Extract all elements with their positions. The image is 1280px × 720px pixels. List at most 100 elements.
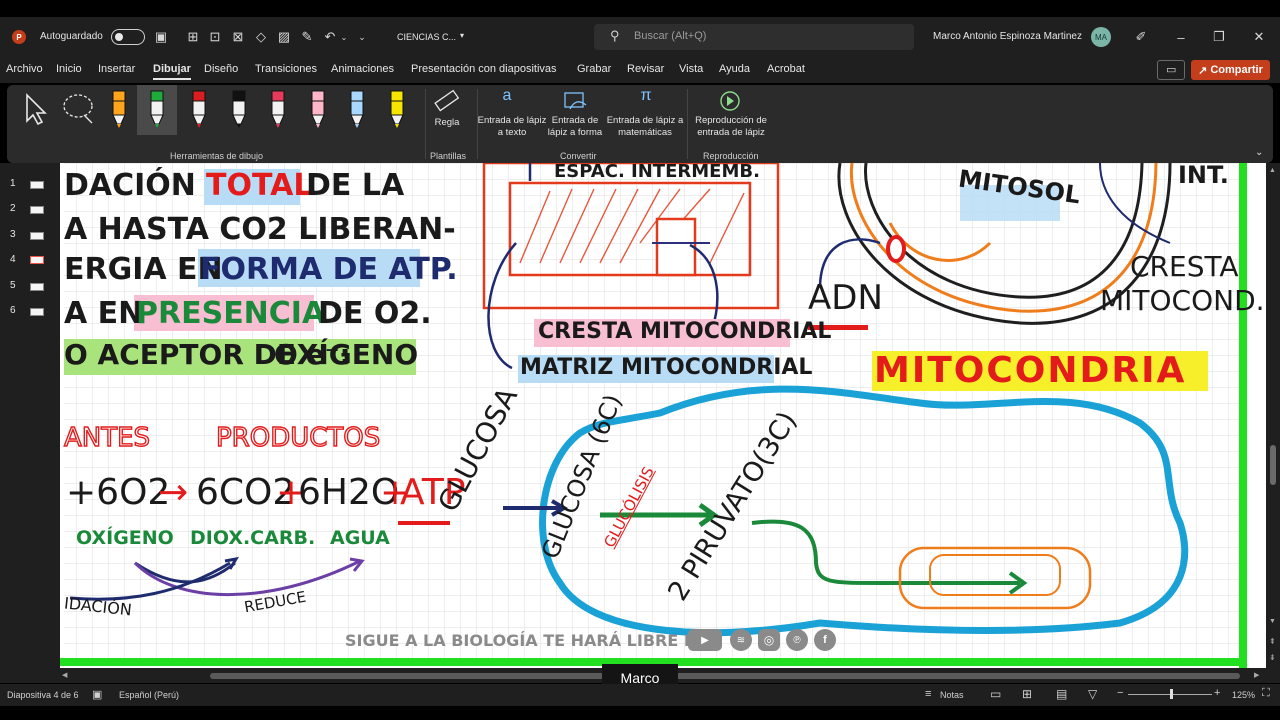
pen-black-icon[interactable] — [230, 89, 248, 129]
search-box[interactable]: ⚲ Buscar (Alt+Q) — [594, 24, 914, 50]
thumb-number[interactable]: 6 — [10, 305, 16, 316]
avatar[interactable]: MA — [1091, 27, 1111, 47]
notes-icon[interactable]: ≡ — [925, 688, 931, 700]
slideshow-icon[interactable]: ▽ — [1088, 687, 1097, 701]
thumb-number[interactable]: 1 — [10, 178, 16, 189]
scroll-down-icon[interactable]: ▼ — [1269, 618, 1276, 625]
zoom-in-icon[interactable]: + — [1214, 687, 1220, 699]
instagram-icon[interactable]: ◎ — [758, 629, 780, 651]
slide-thumbnail[interactable] — [30, 283, 44, 291]
thumb-number[interactable]: 4 — [10, 254, 16, 265]
thumb-number[interactable]: 3 — [10, 229, 16, 240]
zoom-level[interactable]: 125% — [1232, 690, 1255, 700]
customize-toolbar-icon[interactable]: ⌄ — [356, 30, 368, 44]
next-slide-icon[interactable]: ⇟ — [1269, 653, 1276, 662]
scroll-up-icon[interactable]: ▲ — [1269, 167, 1276, 174]
close-icon[interactable]: ✕ — [1250, 28, 1268, 46]
tab-insertar[interactable]: Insertar — [98, 63, 135, 75]
minimize-icon[interactable]: – — [1172, 28, 1190, 46]
ruler-icon[interactable] — [432, 87, 462, 115]
pen-red-icon[interactable] — [190, 89, 208, 129]
scroll-left-icon[interactable]: ◀ — [62, 671, 67, 679]
tab-transiciones[interactable]: Transiciones — [255, 63, 317, 75]
collapse-ribbon-icon[interactable]: ⌄ — [1255, 147, 1263, 158]
file-name[interactable]: CIENCIAS C... — [397, 32, 456, 42]
shapes-icon[interactable]: ◇ — [252, 28, 270, 46]
slide-sorter-icon[interactable]: ⊞ — [1022, 687, 1032, 701]
zoom-out-icon[interactable]: − — [1117, 687, 1123, 699]
spotify-icon[interactable]: ≋ — [730, 629, 752, 651]
title-bar: P Autoguardado ▣ ⊞ ⊡ ⊠ ◇ ▨ ✎ ↶ ⌄ ⌄ CIENC… — [0, 17, 1280, 57]
vertical-scrollbar[interactable]: ▲ ▼ ⇞ ⇟ — [1266, 163, 1280, 683]
tab-grabar[interactable]: Grabar — [577, 63, 611, 75]
ink-to-text-icon[interactable]: a — [492, 87, 522, 115]
lasso-select-icon[interactable] — [60, 91, 98, 127]
undo-dropdown-icon[interactable]: ⌄ — [339, 30, 349, 44]
tab-ayuda[interactable]: Ayuda — [719, 63, 750, 75]
slide-thumbnail[interactable] — [30, 232, 44, 240]
scroll-right-icon[interactable]: ▶ — [1254, 671, 1259, 679]
select-arrow-icon[interactable] — [21, 91, 51, 127]
slide-canvas[interactable]: DACIÓN TOTAL DE LA A HASTA CO2 LIBERAN- … — [60, 163, 1266, 668]
language-indicator[interactable]: Español (Perú) — [119, 690, 179, 700]
ink-to-math-icon[interactable]: π — [631, 87, 661, 115]
autosave-toggle[interactable] — [111, 29, 145, 45]
tab-acrobat[interactable]: Acrobat — [767, 63, 805, 75]
group-separator — [425, 89, 426, 159]
notes-button[interactable]: Notas — [940, 690, 964, 700]
comments-button[interactable]: ▭ — [1157, 60, 1185, 80]
tab-vista[interactable]: Vista — [679, 63, 703, 75]
facebook-icon[interactable]: f — [814, 629, 836, 651]
file-name-dropdown-icon[interactable]: ▾ — [460, 31, 464, 40]
highlighter-yellow-icon[interactable] — [388, 89, 406, 129]
frame-icon[interactable]: ⊡ — [206, 28, 224, 46]
zoom-slider-thumb[interactable] — [1170, 689, 1173, 699]
tab-inicio[interactable]: Inicio — [56, 63, 82, 75]
image-icon[interactable]: ▨ — [275, 28, 293, 46]
pen-icon[interactable]: ✎ — [298, 28, 316, 46]
highlighter-orange-icon[interactable] — [110, 89, 128, 129]
podcast-icon[interactable]: ℗ — [786, 629, 808, 651]
slide-thumbnail[interactable] — [30, 206, 44, 214]
grid-icon[interactable]: ⊞ — [184, 28, 202, 46]
designer-pen-icon[interactable]: ✐ — [1132, 28, 1150, 46]
share-button[interactable]: ↗ Compartir — [1191, 60, 1270, 80]
accessibility-icon[interactable]: ▣ — [92, 688, 102, 701]
tab-dibujar[interactable]: Dibujar — [153, 63, 191, 80]
text-box-icon[interactable]: ⊠ — [229, 28, 247, 46]
highlighter-blue-icon[interactable] — [348, 89, 366, 129]
normal-view-icon[interactable]: ▭ — [990, 687, 1001, 701]
reading-view-icon[interactable]: ▤ — [1056, 687, 1067, 701]
ink-to-text-button[interactable]: Entrada de lápiz a texto — [477, 115, 547, 139]
pen-red-2-icon[interactable] — [269, 89, 287, 129]
restore-icon[interactable]: ❐ — [1210, 28, 1228, 46]
tab-animaciones[interactable]: Animaciones — [331, 63, 394, 75]
ruler-button[interactable]: Regla — [432, 117, 462, 129]
tab-diseno[interactable]: Diseño — [204, 63, 238, 75]
thumb-number[interactable]: 5 — [10, 280, 16, 291]
ink-to-shape-button[interactable]: Entrada de lápiz a forma — [543, 115, 607, 139]
fit-slide-icon[interactable]: ⛶ — [1262, 687, 1270, 700]
ink-to-math-button[interactable]: Entrada de lápiz a matemáticas — [605, 115, 685, 139]
ink-to-shape-icon[interactable] — [560, 89, 590, 113]
tab-revisar[interactable]: Revisar — [627, 63, 664, 75]
slide-thumbnail[interactable] — [30, 181, 44, 189]
highlighter-pink-icon[interactable] — [309, 89, 327, 129]
h-scroll-thumb[interactable] — [210, 673, 1240, 679]
ink-replay-button[interactable]: Reproducción de entrada de lápiz — [693, 115, 769, 139]
undo-icon[interactable]: ↶ — [321, 28, 339, 46]
slide-thumbnail-active[interactable] — [30, 256, 44, 264]
user-name[interactable]: Marco Antonio Espinoza Martinez — [933, 31, 1082, 42]
label-oxigeno: OXÍGENO — [76, 527, 174, 549]
slide-thumbnail[interactable] — [30, 308, 44, 316]
thumb-number[interactable]: 2 — [10, 203, 16, 214]
tab-archivo[interactable]: Archivo — [6, 63, 43, 75]
scroll-thumb[interactable] — [1270, 445, 1276, 485]
youtube-icon[interactable]: ▶ — [688, 629, 722, 651]
ink-replay-icon[interactable] — [717, 89, 743, 113]
status-bar: Diapositiva 4 de 6 ▣ Español (Perú) ≡ No… — [0, 684, 1280, 706]
prev-slide-icon[interactable]: ⇞ — [1269, 637, 1276, 646]
pen-green-icon[interactable] — [137, 85, 177, 135]
save-icon[interactable]: ▣ — [152, 28, 170, 46]
tab-presentacion[interactable]: Presentación con diapositivas — [411, 63, 557, 75]
